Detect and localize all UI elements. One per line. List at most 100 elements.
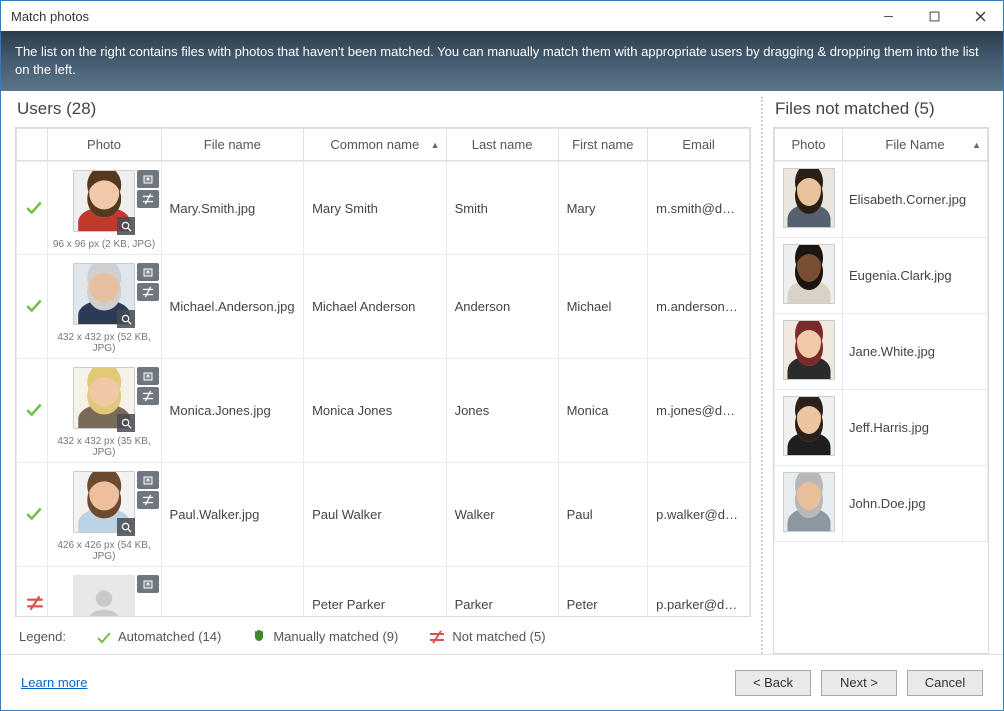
- commonname-cell: Mary Smith: [304, 162, 447, 255]
- table-row[interactable]: 432 x 432 px (35 KB, JPG) Monica.Jones.j…: [17, 359, 750, 463]
- status-cell: [17, 162, 48, 255]
- unmatched-scroll[interactable]: Elisabeth.Corner.jpg Eugenia.Clark.jpg J…: [774, 161, 988, 653]
- photo-dimensions: 432 x 432 px (35 KB, JPG): [52, 436, 157, 458]
- photo-dimensions: 96 x 96 px (2 KB, JPG): [52, 239, 157, 250]
- status-cell: [17, 255, 48, 359]
- unmatched-grid: Photo File Name▲ Elisabeth.Corner.jpg Eu…: [773, 127, 989, 654]
- upload-icon[interactable]: [137, 471, 159, 489]
- check-icon: [25, 296, 43, 314]
- col-lastname[interactable]: Last name: [446, 129, 558, 161]
- placeholder-avatar: [73, 575, 135, 616]
- users-scroll[interactable]: 96 x 96 px (2 KB, JPG) Mary.Smith.jpg Ma…: [16, 161, 750, 616]
- filename-cell: Mary.Smith.jpg: [161, 162, 304, 255]
- check-icon: [96, 629, 112, 645]
- filename-cell: Elisabeth.Corner.jpg: [843, 162, 988, 238]
- email-cell: m.anderson@dstdomain.com: [648, 255, 750, 359]
- maximize-button[interactable]: [911, 1, 957, 31]
- magnify-icon[interactable]: [117, 310, 135, 328]
- learn-more-link[interactable]: Learn more: [21, 675, 87, 690]
- legend-auto: Automatched (14): [96, 629, 221, 645]
- list-item[interactable]: Jeff.Harris.jpg: [775, 390, 988, 466]
- lastname-cell: Jones: [446, 359, 558, 463]
- photo-cell: [775, 162, 843, 238]
- status-cell: [17, 359, 48, 463]
- window-buttons: [865, 1, 1003, 31]
- photo-cell: [775, 314, 843, 390]
- info-banner: The list on the right contains files wit…: [1, 31, 1003, 91]
- cancel-button[interactable]: Cancel: [907, 670, 983, 696]
- photo-cell: 432 x 432 px (35 KB, JPG): [47, 359, 161, 463]
- col-filename[interactable]: File name: [161, 129, 304, 161]
- photo-cell: 96 x 96 px (2 KB, JPG): [47, 162, 161, 255]
- table-row[interactable]: 432 x 432 px (52 KB, JPG) Michael.Anders…: [17, 255, 750, 359]
- filename-cell: Jane.White.jpg: [843, 314, 988, 390]
- upload-icon[interactable]: [137, 575, 159, 593]
- unmatch-icon[interactable]: [137, 283, 159, 301]
- photo-dimensions: 432 x 432 px (52 KB, JPG): [52, 332, 157, 354]
- photo-cell: [47, 567, 161, 616]
- window: Match photos The list on the right conta…: [0, 0, 1004, 711]
- users-body-table: 96 x 96 px (2 KB, JPG) Mary.Smith.jpg Ma…: [16, 161, 750, 616]
- col-status[interactable]: [17, 129, 48, 161]
- unmatched-header-table: Photo File Name▲: [774, 128, 988, 161]
- list-item[interactable]: Jane.White.jpg: [775, 314, 988, 390]
- next-button[interactable]: Next >: [821, 670, 897, 696]
- lastname-cell: Parker: [446, 567, 558, 616]
- photo-dimensions: 426 x 426 px (54 KB, JPG): [52, 540, 157, 562]
- col-firstname[interactable]: First name: [558, 129, 648, 161]
- list-item[interactable]: Eugenia.Clark.jpg: [775, 238, 988, 314]
- upload-icon[interactable]: [137, 367, 159, 385]
- filename-cell: Monica.Jones.jpg: [161, 359, 304, 463]
- filename-cell: Eugenia.Clark.jpg: [843, 238, 988, 314]
- status-cell: [17, 567, 48, 616]
- filename-cell: Jeff.Harris.jpg: [843, 390, 988, 466]
- back-button[interactable]: < Back: [735, 670, 811, 696]
- unmatch-icon[interactable]: [137, 387, 159, 405]
- commonname-cell: Peter Parker: [304, 567, 447, 616]
- filename-cell: Paul.Walker.jpg: [161, 463, 304, 567]
- hand-icon: [251, 627, 267, 646]
- table-row[interactable]: 96 x 96 px (2 KB, JPG) Mary.Smith.jpg Ma…: [17, 162, 750, 255]
- notequal-icon: [25, 595, 45, 611]
- list-item[interactable]: John.Doe.jpg: [775, 466, 988, 542]
- magnify-icon[interactable]: [117, 414, 135, 432]
- col-commonname[interactable]: Common name▲: [304, 129, 447, 161]
- legend-manual: Manually matched (9): [251, 627, 398, 646]
- commonname-cell: Paul Walker: [304, 463, 447, 567]
- check-icon: [25, 198, 43, 216]
- email-cell: m.jones@dstdomain.com: [648, 359, 750, 463]
- footer-buttons: < Back Next > Cancel: [735, 670, 983, 696]
- ucol-filename[interactable]: File Name▲: [843, 129, 988, 161]
- upload-icon[interactable]: [137, 170, 159, 188]
- firstname-cell: Michael: [558, 255, 648, 359]
- users-title: Users (28): [17, 99, 751, 119]
- col-email[interactable]: Email: [648, 129, 750, 161]
- unmatch-icon[interactable]: [137, 190, 159, 208]
- unmatch-icon[interactable]: [137, 491, 159, 509]
- table-row[interactable]: Peter Parker Parker Peter p.parker@dstdo…: [17, 567, 750, 616]
- content-area: Users (28) Photo File name Common name▲ …: [1, 91, 1003, 654]
- upload-icon[interactable]: [137, 263, 159, 281]
- firstname-cell: Peter: [558, 567, 648, 616]
- filename-cell: John.Doe.jpg: [843, 466, 988, 542]
- window-title: Match photos: [11, 9, 89, 24]
- table-row[interactable]: 426 x 426 px (54 KB, JPG) Paul.Walker.jp…: [17, 463, 750, 567]
- titlebar: Match photos: [1, 1, 1003, 31]
- commonname-cell: Michael Anderson: [304, 255, 447, 359]
- users-grid: Photo File name Common name▲ Last name F…: [15, 127, 751, 617]
- photo-cell: [775, 238, 843, 314]
- sort-asc-icon: ▲: [431, 140, 440, 150]
- footer: Learn more < Back Next > Cancel: [1, 654, 1003, 710]
- col-photo[interactable]: Photo: [47, 129, 161, 161]
- email-cell: m.smith@dstdomain.com: [648, 162, 750, 255]
- photo-cell: [775, 390, 843, 466]
- notequal-icon: [428, 630, 446, 644]
- close-button[interactable]: [957, 1, 1003, 31]
- ucol-photo[interactable]: Photo: [775, 129, 843, 161]
- magnify-icon[interactable]: [117, 217, 135, 235]
- magnify-icon[interactable]: [117, 518, 135, 536]
- minimize-button[interactable]: [865, 1, 911, 31]
- legend: Legend: Automatched (14) Manually matche…: [15, 617, 751, 654]
- list-item[interactable]: Elisabeth.Corner.jpg: [775, 162, 988, 238]
- lastname-cell: Walker: [446, 463, 558, 567]
